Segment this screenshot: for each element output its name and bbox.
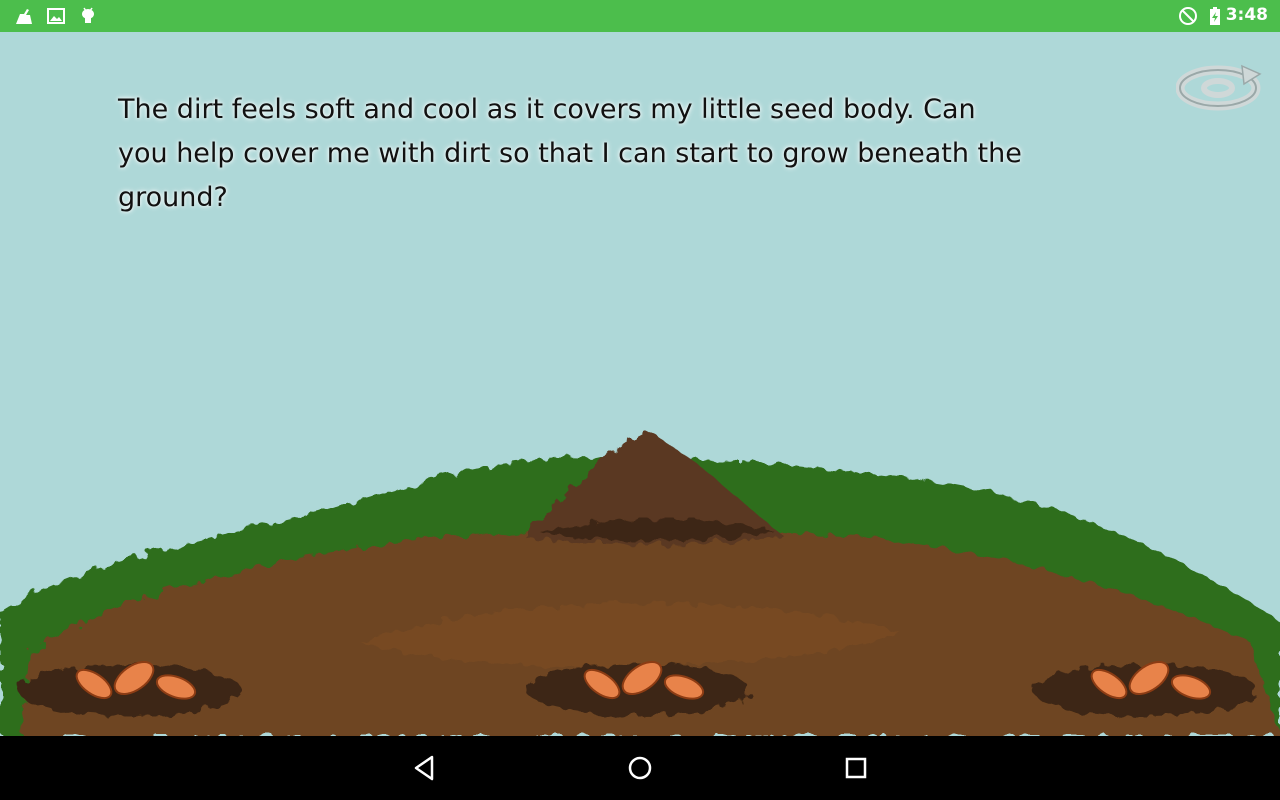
gallery-icon — [47, 8, 65, 24]
do-not-disturb-icon — [1179, 7, 1197, 25]
status-bar: 3:48 — [0, 0, 1280, 32]
battery-charging-icon — [1210, 7, 1220, 25]
status-time: 3:48 — [1225, 5, 1268, 25]
device-screen: 3:48 The dirt feels soft and cool as it … — [0, 0, 1280, 800]
back-icon[interactable] — [410, 753, 440, 783]
navigation-bar — [0, 736, 1280, 800]
replay-icon[interactable] — [1176, 60, 1266, 116]
cleaner-app-icon — [16, 9, 32, 24]
home-icon[interactable] — [625, 753, 655, 783]
game-area: The dirt feels soft and cool as it cover… — [0, 32, 1280, 736]
android-debug-icon — [82, 7, 94, 23]
recents-icon[interactable] — [841, 753, 871, 783]
story-text: The dirt feels soft and cool as it cover… — [118, 94, 1022, 213]
